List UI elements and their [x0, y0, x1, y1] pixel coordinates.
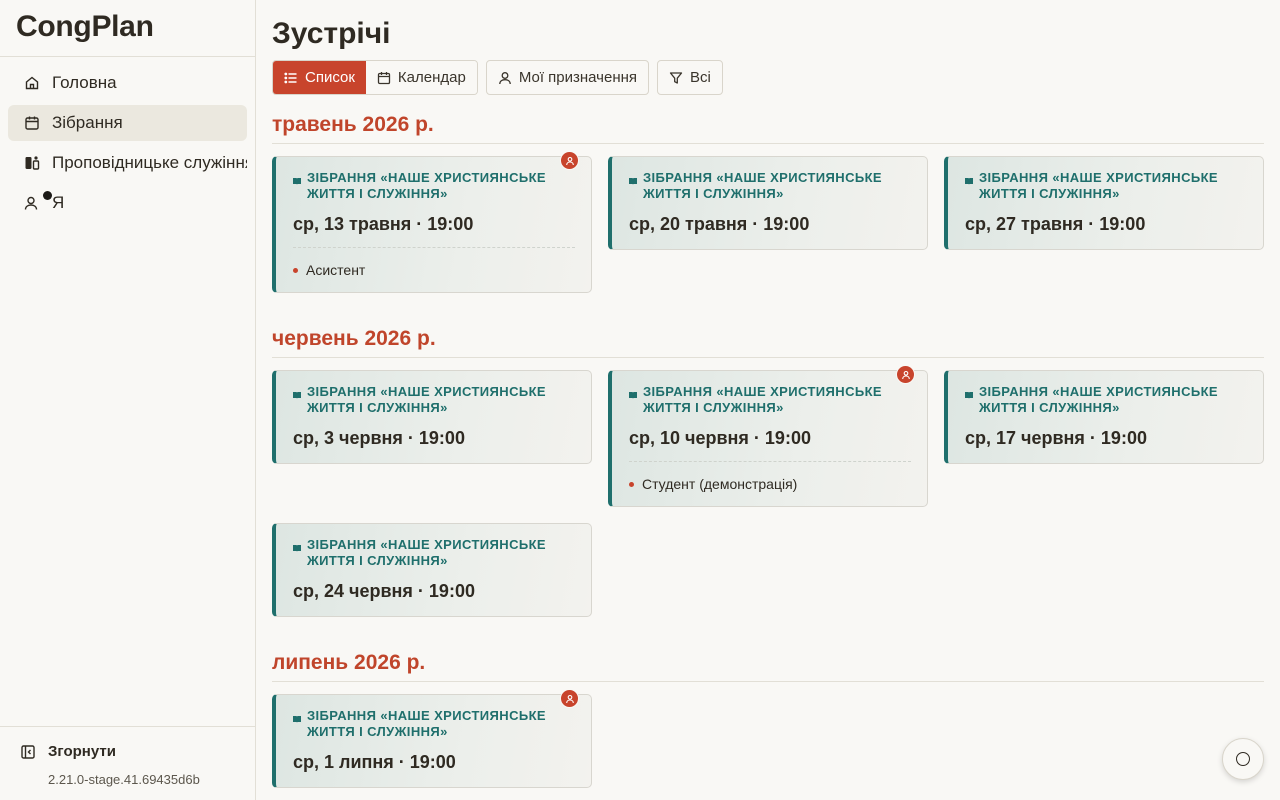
app-version: 2.21.0-stage.41.69435d6b [48, 772, 200, 787]
meeting-card[interactable]: ЗІБРАННЯ «НАШЕ ХРИСТИЯНСЬКЕ ЖИТТЯ І СЛУЖ… [272, 151, 592, 293]
meeting-date: ср, 3 червня · 19:00 [293, 428, 465, 448]
meeting-title: ЗІБРАННЯ «НАШЕ ХРИСТИЯНСЬКЕ ЖИТТЯ І СЛУЖ… [307, 170, 547, 201]
filter-label: Всі [690, 69, 711, 86]
meeting-card[interactable]: ЗІБРАННЯ «НАШЕ ХРИСТИЯНСЬКЕ ЖИТТЯ І СЛУЖ… [608, 365, 928, 507]
month-header: червень 2026 р. [272, 327, 1264, 358]
home-icon [24, 75, 40, 91]
sidebar-nav: Головна Зібрання Проповідницьке служіння… [0, 57, 255, 221]
meeting-date: ср, 13 травня · 19:00 [293, 214, 474, 234]
meetings-grid: ЗІБРАННЯ «НАШЕ ХРИСТИЯНСЬКЕ ЖИТТЯ І СЛУЖ… [272, 689, 1264, 788]
meeting-title: ЗІБРАННЯ «НАШЕ ХРИСТИЯНСЬКЕ ЖИТТЯ І СЛУЖ… [307, 384, 547, 415]
sidebar-item-label: Я [52, 193, 65, 212]
divider [293, 247, 575, 248]
meeting-card[interactable]: ЗІБРАННЯ «НАШЕ ХРИСТИЯНСЬКЕ ЖИТТЯ І СЛУЖ… [944, 156, 1264, 250]
meeting-card[interactable]: ЗІБРАННЯ «НАШЕ ХРИСТИЯНСЬКЕ ЖИТТЯ І СЛУЖ… [608, 156, 928, 250]
meeting-date: ср, 10 червня · 19:00 [629, 428, 811, 448]
floating-action-button[interactable] [1222, 738, 1264, 780]
assignment-role: Студент (демонстрація) [629, 476, 911, 492]
meeting-card[interactable]: ЗІБРАННЯ «НАШЕ ХРИСТИЯНСЬКЕ ЖИТТЯ І СЛУЖ… [272, 370, 592, 464]
meeting-title: ЗІБРАННЯ «НАШЕ ХРИСТИЯНСЬКЕ ЖИТТЯ І СЛУЖ… [643, 384, 883, 415]
book-icon [293, 392, 301, 399]
assignment-badge-icon [560, 689, 579, 708]
assignment-badge-icon [560, 151, 579, 170]
calendar-view-label: Календар [397, 69, 466, 86]
calendar-icon [377, 71, 391, 85]
app-logo: CongPlan [0, 0, 255, 57]
meetings-grid: ЗІБРАННЯ «НАШЕ ХРИСТИЯНСЬКЕ ЖИТТЯ І СЛУЖ… [272, 365, 1264, 617]
book-icon [293, 716, 301, 723]
main-content: Зустрічі Список Календар Мої призначення [272, 0, 1264, 800]
collapse-label: Згорнути [48, 743, 116, 760]
circle-icon [1236, 752, 1250, 766]
ministry-icon [24, 155, 40, 171]
sidebar-item-meetings[interactable]: Зібрання [8, 105, 247, 141]
month-header: травень 2026 р. [272, 113, 1264, 144]
meeting-date: ср, 1 липня · 19:00 [293, 752, 456, 772]
list-view-button[interactable]: Список [273, 61, 366, 94]
list-icon [284, 71, 298, 85]
book-icon [293, 178, 301, 185]
assignment-role: Асистент [293, 262, 575, 278]
meeting-card[interactable]: ЗІБРАННЯ «НАШЕ ХРИСТИЯНСЬКЕ ЖИТТЯ І СЛУЖ… [944, 370, 1264, 464]
sidebar-item-label: Головна [52, 73, 117, 92]
meeting-date: ср, 17 червня · 19:00 [965, 428, 1147, 448]
sidebar-item-label: Зібрання [52, 113, 123, 132]
sidebar-item-label: Проповідницьке служіння [52, 153, 247, 172]
view-toolbar: Список Календар Мої призначення Всі [272, 60, 1264, 95]
meeting-date: ср, 24 червня · 19:00 [293, 581, 475, 601]
bullet-icon [293, 267, 298, 273]
filter-button[interactable]: Всі [657, 60, 723, 95]
book-icon [965, 392, 973, 399]
sidebar: CongPlan Головна Зібрання Проповідницьке… [0, 0, 256, 800]
meeting-title: ЗІБРАННЯ «НАШЕ ХРИСТИЯНСЬКЕ ЖИТТЯ І СЛУЖ… [643, 170, 883, 201]
my-assignments-button[interactable]: Мої призначення [485, 60, 650, 95]
meeting-date: ср, 27 травня · 19:00 [965, 214, 1146, 234]
sidebar-item-ministry[interactable]: Проповідницьке служіння [8, 145, 247, 181]
assignment-role-label: Студент (демонстрація) [642, 476, 798, 492]
bullet-icon [629, 481, 634, 487]
user-icon [498, 71, 512, 85]
meeting-card[interactable]: ЗІБРАННЯ «НАШЕ ХРИСТИЯНСЬКЕ ЖИТТЯ І СЛУЖ… [272, 523, 592, 617]
divider [629, 461, 911, 462]
sidebar-item-home[interactable]: Головна [8, 65, 247, 101]
meeting-title: ЗІБРАННЯ «НАШЕ ХРИСТИЯНСЬКЕ ЖИТТЯ І СЛУЖ… [979, 384, 1219, 415]
assignment-role-label: Асистент [306, 262, 366, 278]
book-icon [965, 178, 973, 185]
sidebar-footer: Згорнути 2.21.0-stage.41.69435d6b [0, 726, 256, 800]
list-view-label: Список [305, 69, 355, 86]
book-icon [629, 392, 637, 399]
meeting-card[interactable]: ЗІБРАННЯ «НАШЕ ХРИСТИЯНСЬКЕ ЖИТТЯ І СЛУЖ… [272, 689, 592, 788]
calendar-view-button[interactable]: Календар [365, 61, 477, 94]
user-icon [24, 195, 40, 211]
meetings-grid: ЗІБРАННЯ «НАШЕ ХРИСТИЯНСЬКЕ ЖИТТЯ І СЛУЖ… [272, 151, 1264, 293]
filter-icon [669, 71, 683, 85]
assignment-badge-icon [896, 365, 915, 384]
meeting-title: ЗІБРАННЯ «НАШЕ ХРИСТИЯНСЬКЕ ЖИТТЯ І СЛУЖ… [307, 708, 547, 739]
notification-dot [43, 191, 52, 200]
meeting-title: ЗІБРАННЯ «НАШЕ ХРИСТИЯНСЬКЕ ЖИТТЯ І СЛУЖ… [307, 537, 547, 568]
page-title: Зустрічі [272, 17, 391, 50]
calendar-icon [24, 115, 40, 131]
meeting-date: ср, 20 травня · 19:00 [629, 214, 810, 234]
month-header: липень 2026 р. [272, 651, 1264, 682]
book-icon [293, 545, 301, 552]
meeting-title: ЗІБРАННЯ «НАШЕ ХРИСТИЯНСЬКЕ ЖИТТЯ І СЛУЖ… [979, 170, 1219, 201]
my-assignments-label: Мої призначення [518, 69, 638, 86]
collapse-sidebar-button[interactable]: Згорнути [20, 743, 256, 760]
collapse-icon [20, 744, 36, 760]
book-icon [629, 178, 637, 185]
view-switcher: Список Календар [272, 60, 478, 95]
sidebar-item-me[interactable]: Я [8, 185, 247, 221]
